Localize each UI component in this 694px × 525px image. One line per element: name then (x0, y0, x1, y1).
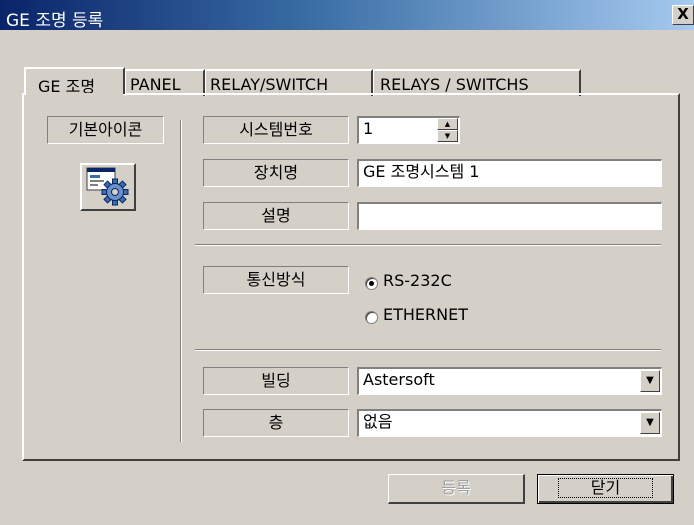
rs232c-label[interactable]: RS-232C (383, 271, 452, 290)
horizontal-divider (195, 244, 661, 246)
radio-dot (369, 281, 374, 286)
title-bar: GE 조명 등록 X (0, 0, 694, 31)
floor-value: 없음 (363, 412, 393, 431)
building-label: 빌딩 (203, 367, 349, 395)
tab-panel[interactable]: PANEL (125, 69, 205, 96)
tab-panel-content (22, 93, 680, 461)
vertical-divider (180, 120, 182, 442)
system-number-label: 시스템번호 (203, 116, 349, 144)
tab-label: RELAYS / SWITCHS (380, 75, 529, 94)
tab-ge-lighting[interactable]: GE 조명 (24, 67, 125, 97)
tab-label: PANEL (130, 75, 181, 94)
spin-up-icon[interactable]: ▲ (437, 118, 458, 130)
building-select[interactable]: Astersoft ▼ (357, 367, 662, 395)
device-name-label: 장치명 (203, 159, 349, 187)
device-name-input[interactable]: GE 조명시스템 1 (357, 159, 662, 187)
window-title: GE 조명 등록 (6, 11, 104, 31)
chevron-down-icon[interactable]: ▼ (640, 370, 660, 392)
default-icon-label: 기본아이콘 (47, 116, 164, 144)
system-number-spinner[interactable]: ▲ ▼ (437, 118, 458, 142)
description-label: 설명 (203, 202, 349, 230)
description-input[interactable] (357, 202, 662, 230)
tab-label: GE 조명 (38, 77, 96, 96)
tab-label: RELAY/SWITCH (210, 75, 329, 94)
rs232c-radio[interactable] (365, 277, 378, 290)
close-button-label: 닫기 (557, 478, 654, 498)
tab-relay-switch[interactable]: RELAY/SWITCH (205, 69, 373, 96)
floor-select[interactable]: 없음 ▼ (357, 409, 662, 437)
spin-down-icon[interactable]: ▼ (437, 130, 458, 142)
close-button[interactable]: 닫기 (537, 474, 674, 504)
gear-settings-icon (86, 167, 129, 206)
comm-method-label: 통신방식 (203, 266, 349, 294)
close-icon[interactable]: X (672, 5, 694, 25)
ethernet-radio[interactable] (365, 311, 378, 324)
tab-relays-switchs[interactable]: RELAYS / SWITCHS (373, 69, 581, 96)
register-button[interactable]: 등록 (388, 474, 525, 504)
horizontal-divider (195, 349, 661, 351)
floor-label: 층 (203, 409, 349, 437)
building-value: Astersoft (363, 370, 435, 389)
chevron-down-icon[interactable]: ▼ (640, 412, 660, 434)
ethernet-label[interactable]: ETHERNET (383, 305, 468, 324)
default-icon-button[interactable] (80, 163, 136, 211)
